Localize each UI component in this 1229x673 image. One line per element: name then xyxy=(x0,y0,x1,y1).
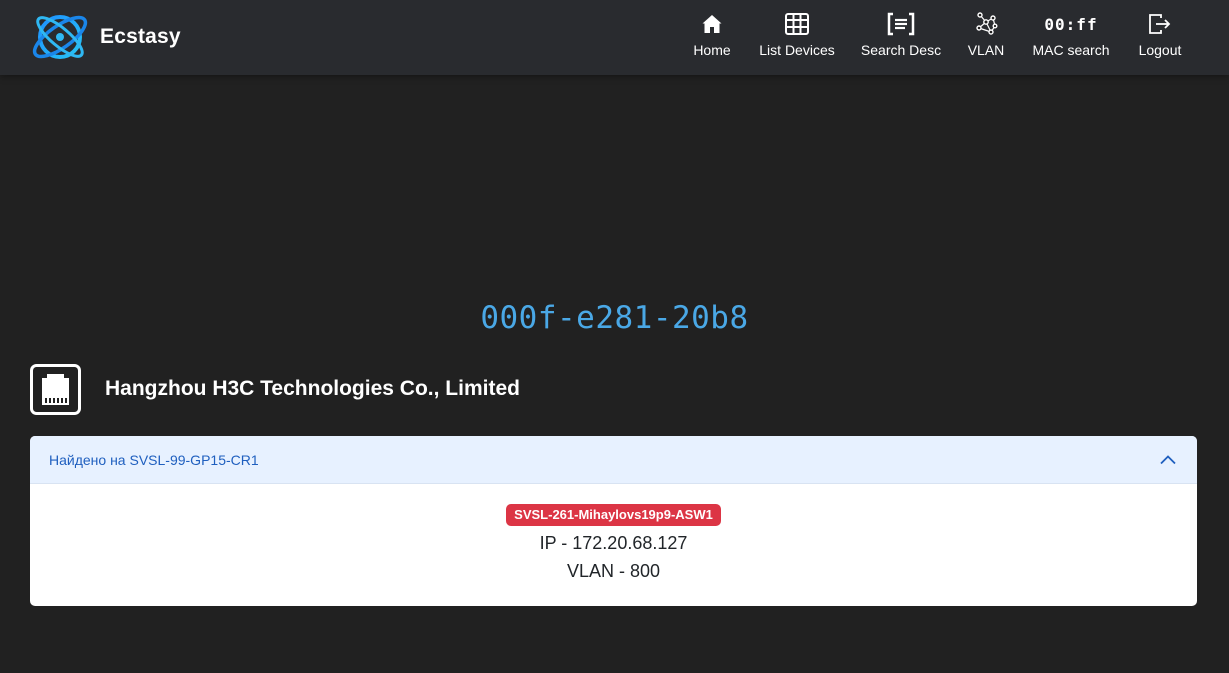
nav-list-devices[interactable]: List Devices xyxy=(754,10,840,66)
mac-search-icon: 00:ff xyxy=(1044,14,1098,34)
brand-link[interactable]: Ecstasy xyxy=(28,7,181,67)
vendor-name: Hangzhou H3C Technologies Co., Limited xyxy=(105,377,520,400)
nav-mac-search-label: MAC search xyxy=(1032,42,1110,58)
result-accordion: Найдено на SVSL-99-GP15-CR1 SVSL-261-Mih… xyxy=(30,436,1197,606)
vendor-row: Hangzhou H3C Technologies Co., Limited xyxy=(30,363,520,415)
nav-search-desc-label: Search Desc xyxy=(860,42,942,58)
nav-list-devices-label: List Devices xyxy=(759,42,835,58)
top-navbar: Ecstasy Home List Devices Search Desc VL… xyxy=(0,0,1229,75)
ip-line: IP - 172.20.68.127 xyxy=(539,533,688,553)
nav-home-label: Home xyxy=(693,42,731,58)
chevron-up-icon xyxy=(1160,454,1176,464)
nav-vlan[interactable]: VLAN xyxy=(962,10,1010,66)
mac-address-title: 000f-e281-20b8 xyxy=(480,300,749,336)
nav-mac-search[interactable]: 00:ff MAC search xyxy=(1027,10,1115,66)
accordion-header[interactable]: Найдено на SVSL-99-GP15-CR1 xyxy=(30,436,1197,484)
text-search-icon xyxy=(887,12,915,36)
table-grid-icon xyxy=(785,13,809,35)
ecstasy-logo-icon xyxy=(32,15,88,59)
house-icon xyxy=(702,15,722,33)
nav-logout-label: Logout xyxy=(1138,42,1182,58)
accordion-body: SVSL-261-Mihaylovs19p9-ASW1 IP - 172.20.… xyxy=(30,484,1197,582)
nav-search-desc[interactable]: Search Desc xyxy=(856,10,946,66)
nav-vlan-label: VLAN xyxy=(967,42,1005,58)
accordion-header-text: Найдено на SVSL-99-GP15-CR1 xyxy=(49,451,259,468)
device-badge[interactable]: SVSL-261-Mihaylovs19p9-ASW1 xyxy=(506,504,721,526)
brand-name: Ecstasy xyxy=(100,25,181,48)
vlan-line: VLAN - 800 xyxy=(566,561,661,581)
nav-logout[interactable]: Logout xyxy=(1132,10,1188,66)
ethernet-port-icon xyxy=(30,363,81,415)
network-nodes-icon xyxy=(976,12,998,35)
nav-home[interactable]: Home xyxy=(684,10,740,66)
logout-icon xyxy=(1149,14,1171,34)
